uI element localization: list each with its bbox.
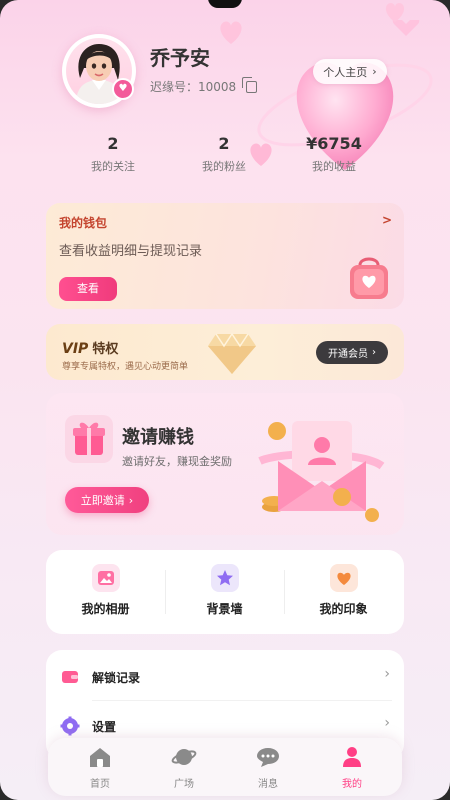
planet-icon: [171, 749, 197, 765]
stat-following[interactable]: 2 我的关注: [68, 134, 158, 174]
gear-icon: [60, 716, 80, 736]
tab-label: 我的: [342, 779, 362, 790]
wallet-bag-icon: [350, 257, 388, 299]
heart-tag-icon: [329, 564, 358, 592]
copy-icon[interactable]: [242, 76, 258, 93]
wallet-title: 我的钱包: [59, 216, 108, 230]
stat-value: 2: [107, 134, 119, 153]
homepage-button-label: 个人主页: [323, 65, 368, 79]
chevron-right-icon: ›: [384, 666, 390, 682]
homepage-button[interactable]: 个人主页 ›: [313, 59, 387, 84]
camera-notch: [208, 0, 242, 8]
tab-label: 消息: [258, 779, 278, 790]
heart-decoration: [385, 2, 405, 23]
wallet-description: 查看收益明细与提现记录: [59, 244, 203, 259]
envelope-coins-illustration: [258, 421, 385, 522]
invite-card[interactable]: 邀请赚钱 邀请好友，赚现金奖励 立即邀请 ›: [46, 393, 404, 535]
profile-screen: ♥ 乔予安 迟缘号： 10008 个人主页 › 2 我的关注 2 我的粉丝 ¥67…: [0, 0, 450, 800]
vip-card[interactable]: VIP 特权 尊享专属特权，遇见心动更简单 开通会员 ›: [46, 324, 404, 380]
vip-title-text: 特权: [92, 342, 119, 357]
shortcut-background-wall[interactable]: 背景墙: [165, 564, 284, 617]
shortcut-label: 我的相册: [81, 602, 130, 616]
invite-subtitle: 邀请好友，赚现金奖励: [122, 455, 232, 468]
invite-now-button[interactable]: 立即邀请 ›: [65, 487, 149, 513]
shortcut-label: 我的印象: [319, 602, 368, 616]
stat-followers[interactable]: 2 我的粉丝: [179, 134, 269, 174]
open-vip-button-label: 开通会员: [328, 349, 368, 360]
stat-value: ¥6754: [306, 134, 362, 153]
shortcut-panel: 我的相册 背景墙 我的印象: [46, 550, 404, 634]
album-icon: [91, 564, 120, 592]
open-vip-button[interactable]: 开通会员 ›: [316, 341, 388, 364]
shortcut-album[interactable]: 我的相册: [46, 564, 165, 617]
tab-home[interactable]: 首页: [70, 746, 130, 790]
chevron-right-icon: ›: [384, 715, 390, 731]
person-icon: [343, 747, 361, 767]
heart-badge-icon: ♥: [112, 78, 134, 100]
stat-earnings[interactable]: ¥6754 我的收益: [289, 134, 379, 174]
tab-square[interactable]: 广场: [154, 746, 214, 790]
menu-item-label: 解锁记录: [92, 671, 141, 685]
chevron-right-icon: ›: [372, 347, 376, 358]
stat-value: 2: [218, 134, 230, 153]
username: 乔予安: [150, 46, 210, 70]
user-id-value: 10008: [198, 79, 237, 94]
tab-label: 首页: [90, 779, 110, 790]
invite-now-button-label: 立即邀请: [80, 494, 125, 507]
user-id-label: 迟缘号：: [150, 80, 199, 94]
stat-label: 我的收益: [312, 160, 356, 173]
wallet-icon: [60, 667, 80, 687]
vip-title: VIP 特权: [62, 338, 118, 357]
view-wallet-button[interactable]: 查看: [59, 277, 117, 301]
wallet-arrow-icon: >: [381, 213, 392, 227]
vip-subtitle: 尊享专属特权，遇见心动更简单: [62, 362, 189, 372]
invite-title: 邀请赚钱: [122, 427, 194, 448]
avatar[interactable]: ♥: [62, 34, 136, 108]
vip-badge: VIP: [62, 341, 89, 357]
home-icon: [90, 748, 110, 767]
stat-label: 我的粉丝: [202, 160, 246, 173]
heart-decoration: [220, 21, 242, 44]
menu-item-unlock-records[interactable]: 解锁记录 ›: [46, 653, 404, 701]
gift-icon: [65, 415, 113, 463]
chat-icon: [257, 748, 279, 767]
tab-mine[interactable]: 我的: [322, 746, 382, 790]
menu-item-label: 设置: [92, 720, 117, 734]
chevron-right-icon: ›: [128, 493, 134, 507]
tab-messages[interactable]: 消息: [238, 746, 298, 790]
stat-label: 我的关注: [91, 160, 135, 173]
tab-label: 广场: [174, 779, 194, 790]
shortcut-label: 背景墙: [206, 602, 243, 616]
user-id: 迟缘号： 10008: [150, 76, 258, 95]
bottom-tab-bar: 首页 广场 消息 我的: [48, 738, 402, 796]
divider: [92, 700, 392, 701]
chevron-right-icon: ›: [372, 65, 377, 78]
star-icon: [210, 564, 239, 592]
shortcut-impression[interactable]: 我的印象: [284, 564, 403, 617]
diamond-icon: [208, 332, 256, 374]
wallet-card[interactable]: 我的钱包 > 查看收益明细与提现记录 查看: [46, 203, 404, 309]
